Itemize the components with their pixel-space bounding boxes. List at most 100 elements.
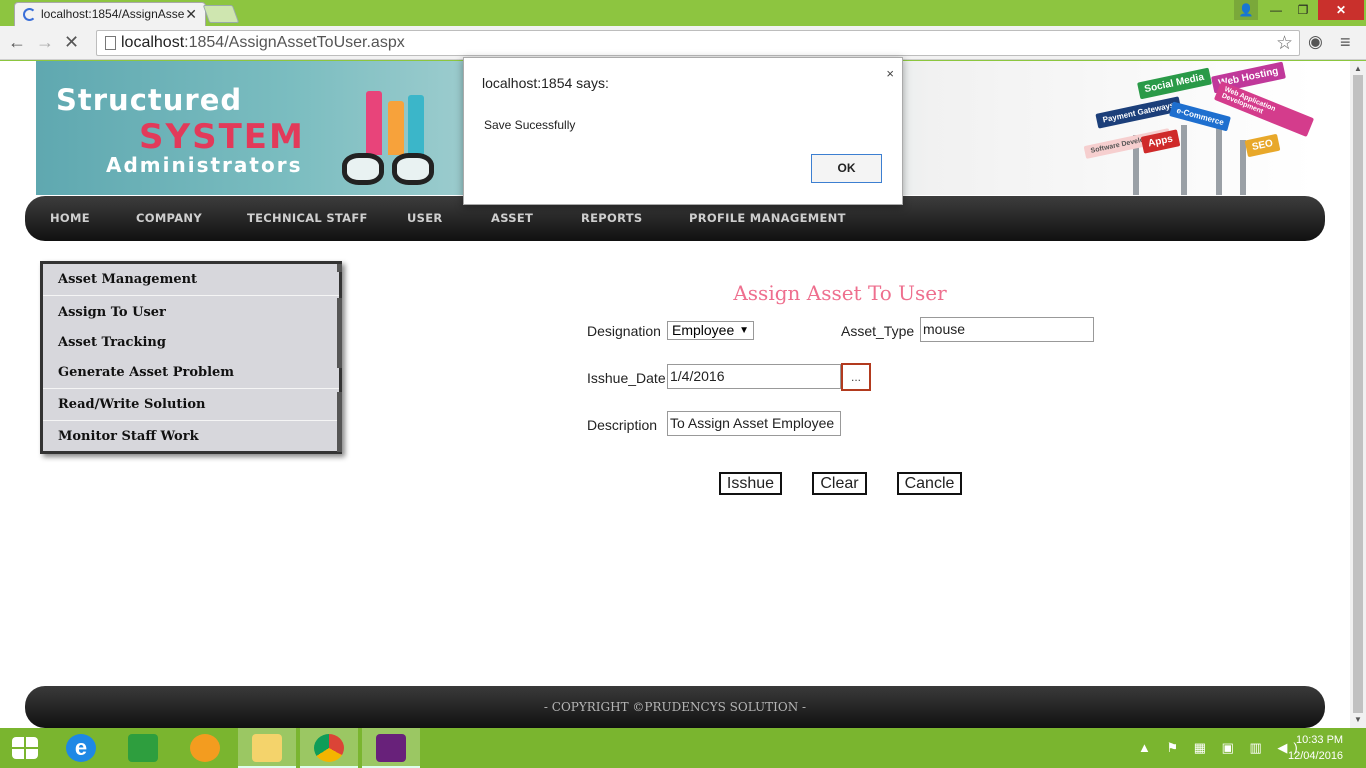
sidemenu-generate-asset-problem[interactable]: Generate Asset Problem	[43, 365, 339, 380]
menu-edge	[337, 264, 342, 272]
sign-pole	[1240, 140, 1246, 195]
app-icon	[190, 734, 220, 762]
bookmark-star-icon[interactable]: ☆	[1276, 32, 1293, 55]
tab-title: localhost:1854/AssignAsse	[41, 7, 185, 21]
restore-button[interactable]: ❐	[1290, 0, 1316, 20]
folder-icon	[252, 734, 282, 762]
brand-line-1: Structured	[56, 83, 243, 117]
browser-toolbar: ← → ✕ localhost:1854/AssignAssetToUser.a…	[0, 26, 1366, 60]
page-title: Assign Asset To User	[733, 281, 947, 305]
browser-tab[interactable]: localhost:1854/AssignAsse ✕	[14, 2, 206, 26]
sidemenu-asset-management[interactable]: Asset Management	[43, 272, 339, 287]
page-icon	[105, 36, 116, 50]
url-host: localhost	[121, 34, 185, 51]
scrollbar-thumb[interactable]	[1353, 75, 1363, 713]
sign-seo: SEO	[1244, 133, 1281, 158]
loading-spinner-icon	[23, 8, 36, 21]
clock-date[interactable]: 12/04/2016	[1288, 750, 1343, 762]
clear-button[interactable]: Clear	[812, 472, 867, 495]
nav-profile-management[interactable]: PROFILE MANAGEMENT	[689, 211, 846, 225]
taskbar-file-explorer[interactable]	[238, 728, 296, 768]
taskbar-ie[interactable]: e	[52, 728, 110, 768]
glasses-icon	[342, 153, 438, 187]
taskbar-visual-studio[interactable]	[362, 728, 420, 768]
internet-explorer-icon: e	[66, 734, 96, 762]
calendar-button[interactable]: ...	[841, 363, 871, 391]
windows-taskbar: e ▲ ⚑ ▦ ▣ ▥ ◀) 10:33 PM 12/04/2016	[0, 728, 1366, 768]
sign-pole	[1216, 125, 1222, 195]
copyright-text: - COPYRIGHT ©PRUDENCYS SOLUTION -	[543, 700, 807, 714]
store-icon	[128, 734, 158, 762]
dialog-close-icon[interactable]: ×	[886, 66, 894, 81]
menu-divider	[43, 388, 339, 389]
asset-type-label: Asset_Type	[841, 323, 915, 339]
menu-divider	[43, 420, 339, 421]
page-footer: - COPYRIGHT ©PRUDENCYS SOLUTION -	[25, 686, 1325, 728]
taskbar-store[interactable]	[114, 728, 172, 768]
url-path: :1854/AssignAssetToUser.aspx	[184, 34, 405, 51]
visual-studio-icon	[376, 734, 406, 762]
nav-company[interactable]: COMPANY	[136, 211, 202, 225]
back-icon[interactable]: ←	[8, 32, 26, 53]
system-tray-icons[interactable]: ▲ ⚑ ▦ ▣ ▥ ◀)	[1138, 740, 1304, 756]
extension-icon[interactable]: ◉	[1308, 32, 1323, 52]
menu-icon[interactable]: ≡	[1340, 32, 1351, 53]
sidemenu-monitor-staff-work[interactable]: Monitor Staff Work	[43, 429, 339, 444]
alert-dialog: localhost:1854 says: × Save Sucessfully …	[463, 57, 903, 205]
description-label: Description	[587, 417, 658, 433]
windows-logo-icon	[12, 737, 38, 759]
nav-user[interactable]: USER	[407, 211, 443, 225]
forward-icon[interactable]: →	[36, 32, 54, 53]
close-window-button[interactable]: ✕	[1318, 0, 1364, 20]
pencil-icon	[366, 91, 382, 155]
sign-web-app-development: Web Application Development	[1213, 80, 1314, 138]
sign-social-media: Social Media	[1137, 67, 1212, 100]
start-button[interactable]	[0, 728, 58, 768]
issue-date-input[interactable]: 1/4/2016	[667, 364, 841, 389]
chevron-down-icon: ▼	[739, 325, 749, 336]
stop-icon[interactable]: ✕	[64, 32, 79, 53]
ok-button[interactable]: OK	[811, 154, 882, 183]
pencil-icon	[388, 101, 404, 155]
minimize-button[interactable]: —	[1263, 0, 1289, 20]
description-input[interactable]: To Assign Asset Employee	[667, 411, 841, 436]
sign-ecommerce: e-Commerce	[1169, 101, 1232, 132]
vertical-scrollbar[interactable]: ▲ ▼	[1350, 61, 1366, 728]
side-menu: Asset Management Assign To User Asset Tr…	[40, 261, 342, 454]
dialog-message: Save Sucessfully	[484, 118, 576, 132]
sidemenu-read-write-solution[interactable]: Read/Write Solution	[43, 397, 339, 412]
tab-close-icon[interactable]: ✕	[185, 6, 197, 23]
address-bar[interactable]: localhost:1854/AssignAssetToUser.aspx ☆	[96, 30, 1300, 56]
new-tab-button[interactable]	[202, 5, 240, 23]
nav-technical-staff[interactable]: TECHNICAL STAFF	[247, 211, 368, 225]
taskbar-app[interactable]	[176, 728, 234, 768]
sign-payment-gateways: Payment Gateways	[1095, 96, 1182, 129]
scroll-up-icon[interactable]: ▲	[1354, 64, 1362, 73]
profile-icon[interactable]: 👤	[1234, 0, 1258, 20]
menu-edge	[337, 392, 342, 452]
chrome-icon	[314, 734, 344, 762]
scroll-down-icon[interactable]: ▼	[1354, 715, 1362, 724]
clock-time[interactable]: 10:33 PM	[1296, 734, 1343, 746]
designation-value: Employee	[672, 322, 735, 338]
nav-asset[interactable]: ASSET	[491, 211, 533, 225]
sidemenu-assign-to-user[interactable]: Assign To User	[43, 305, 339, 320]
cancel-button[interactable]: Cancle	[897, 472, 962, 495]
dialog-title: localhost:1854 says:	[482, 75, 609, 91]
issue-date-label: Isshue_Date	[587, 370, 666, 386]
brand-line-2: SYSTEM	[139, 117, 305, 157]
sign-pole	[1181, 125, 1187, 195]
sidemenu-asset-tracking[interactable]: Asset Tracking	[43, 335, 339, 350]
taskbar-chrome[interactable]	[300, 728, 358, 768]
menu-divider	[43, 295, 339, 296]
menu-edge	[337, 298, 342, 368]
asset-type-input[interactable]: mouse	[920, 317, 1094, 342]
designation-label: Designation	[587, 323, 661, 339]
nav-reports[interactable]: REPORTS	[581, 211, 642, 225]
pencil-icon	[408, 95, 424, 155]
url-text: localhost:1854/AssignAssetToUser.aspx	[121, 34, 405, 52]
nav-home[interactable]: HOME	[50, 211, 90, 225]
designation-select[interactable]: Employee ▼	[667, 321, 754, 340]
browser-titlebar: localhost:1854/AssignAsse ✕ 👤 — ❐ ✕	[0, 0, 1366, 26]
issue-button[interactable]: Isshue	[719, 472, 782, 495]
